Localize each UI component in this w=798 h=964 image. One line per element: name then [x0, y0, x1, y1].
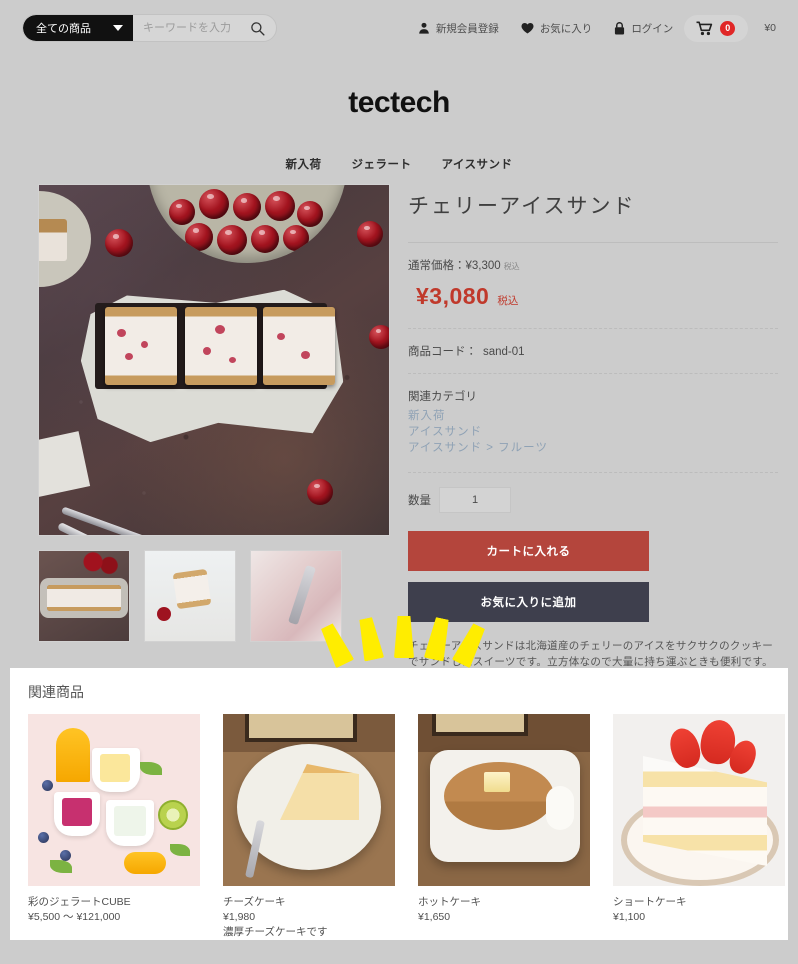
category-link-new-arrivals[interactable]: 新入荷: [408, 408, 778, 424]
login-link[interactable]: ログイン: [603, 21, 684, 36]
product-main-image[interactable]: [38, 184, 390, 536]
related-product-card-cheesecake[interactable]: チーズケーキ ¥1,980 濃厚チーズケーキです: [223, 714, 395, 940]
related-product-name: ホットケーキ: [418, 896, 481, 908]
sale-price-value: ¥3,080: [416, 283, 490, 309]
cart-icon: [696, 20, 713, 35]
whipped-cream: [546, 786, 574, 830]
related-product-price: ¥1,650: [418, 911, 451, 923]
related-product-card-pancake[interactable]: ホットケーキ ¥1,650: [418, 714, 590, 940]
heart-icon: [521, 23, 534, 34]
sale-price-tax: 税込: [497, 295, 519, 307]
related-product-card-shortcake[interactable]: ショートケーキ ¥1,100: [613, 714, 785, 940]
add-to-favorites-button[interactable]: お気に入りに追加: [408, 582, 649, 622]
thumbnail-strip: [38, 550, 390, 642]
chevron-down-icon: [113, 25, 123, 31]
thumbnail-2[interactable]: [144, 550, 236, 642]
related-category-list: 新入荷 アイスサンド アイスサンド > フルーツ: [408, 408, 778, 472]
related-product-image-pancake: [418, 714, 590, 886]
user-icon: [419, 22, 429, 34]
category-link-ice-sand[interactable]: アイスサンド: [408, 424, 778, 440]
divider-1: [408, 242, 778, 243]
cherry-loose-1: [105, 229, 133, 257]
divider-3: [408, 373, 778, 374]
search-field: [133, 15, 276, 41]
related-product-image-shortcake: [613, 714, 785, 886]
product-details: チェリーアイスサンド 通常価格：¥3,300 税込 ¥3,080 税込 商品コード：…: [408, 184, 778, 686]
cart-button[interactable]: 0: [684, 14, 749, 42]
site-logo[interactable]: tectech: [0, 86, 798, 120]
regular-price-label: 通常価格：: [408, 260, 466, 272]
search-category-label: 全ての商品: [36, 23, 91, 35]
search-button[interactable]: [250, 21, 265, 36]
related-product-price: ¥1,980: [223, 911, 256, 923]
nav-item-gelato[interactable]: ジェラート: [351, 156, 411, 172]
related-product-price: ¥1,100: [613, 911, 646, 923]
add-to-cart-button[interactable]: カートに入れる: [408, 531, 649, 571]
related-product-name: チーズケーキ: [223, 896, 286, 908]
favorites-link[interactable]: お気に入り: [510, 21, 604, 36]
category-link-ice-sand-fruits[interactable]: アイスサンド > フルーツ: [408, 440, 778, 456]
product-code-value: sand-01: [483, 346, 525, 358]
related-category-heading: 関連カテゴリ: [408, 391, 477, 403]
product-code-label: 商品コード：: [408, 346, 477, 358]
quantity-input[interactable]: [439, 487, 511, 513]
regular-price-tax: 税込: [503, 262, 520, 271]
regular-price-value: ¥3,300: [465, 260, 501, 272]
quantity-label: 数量: [408, 495, 431, 507]
ice-sandwich-1: [105, 307, 177, 385]
related-products-section: 関連商品 彩のジェラートCUBE ¥5,500 ～ ¥121,000 チーズケー…: [10, 668, 788, 940]
nav-item-ice-sand[interactable]: アイスサンド: [441, 156, 512, 172]
search-category-select[interactable]: 全ての商品: [23, 15, 133, 41]
top-utility-bar: 全ての商品 新規会員登録 お気に入り: [0, 0, 798, 56]
related-product-card-gelato[interactable]: 彩のジェラートCUBE ¥5,500 ～ ¥121,000: [28, 714, 200, 940]
related-products-title: 関連商品: [28, 684, 84, 700]
divider-2: [408, 328, 778, 329]
product-code-row: 商品コード： sand-01: [408, 343, 778, 373]
related-product-name: ショートケーキ: [613, 896, 687, 908]
product-section: チェリーアイスサンド 通常価格：¥3,300 税込 ¥3,080 税込 商品コード：…: [0, 172, 798, 686]
related-product-image-cheesecake: [223, 714, 395, 886]
related-product-name: 彩のジェラートCUBE: [28, 896, 131, 908]
product-title: チェリーアイスサンド: [408, 195, 636, 218]
ice-sandwich-3: [263, 307, 335, 385]
related-product-image-gelato: [28, 714, 200, 886]
ice-sandwich-2: [185, 307, 257, 385]
cherry-loose-2: [357, 221, 383, 247]
main-navigation: 新入荷 ジェラート アイスサンド: [0, 156, 798, 172]
related-product-price: ¥5,500 ～ ¥121,000: [28, 911, 121, 923]
butter-pat: [484, 772, 510, 792]
login-label: ログイン: [631, 22, 674, 35]
product-gallery: [38, 184, 390, 686]
search-icon: [251, 21, 265, 36]
search-input[interactable]: [143, 22, 235, 34]
cart-count-badge: 0: [720, 20, 736, 36]
related-product-note: 濃厚チーズケーキです: [223, 926, 328, 938]
favorites-label: お気に入り: [539, 22, 593, 35]
utility-links: 新規会員登録 お気に入り ログイン 0 ¥0: [407, 0, 776, 56]
cherry-loose-4: [307, 479, 333, 505]
register-link[interactable]: 新規会員登録: [407, 21, 510, 36]
nav-item-new-arrivals[interactable]: 新入荷: [285, 156, 321, 172]
thumbnail-3[interactable]: [250, 550, 342, 642]
divider-4: [408, 472, 778, 473]
search-bar: 全ての商品: [22, 14, 277, 42]
cherry-loose-3: [369, 325, 389, 349]
thumbnail-1[interactable]: [38, 550, 130, 642]
picture-frame: [432, 714, 528, 736]
sale-price-row: ¥3,080 税込: [408, 283, 778, 328]
related-products-grid: 彩のジェラートCUBE ¥5,500 ～ ¥121,000 チーズケーキ ¥1,…: [28, 714, 785, 940]
regular-price-row: 通常価格：¥3,300 税込: [408, 257, 778, 283]
picture-frame: [245, 714, 357, 742]
register-label: 新規会員登録: [435, 22, 499, 35]
quantity-row: 数量: [408, 487, 778, 531]
cart-total-amount: ¥0: [764, 22, 776, 34]
lock-icon: [615, 21, 625, 35]
